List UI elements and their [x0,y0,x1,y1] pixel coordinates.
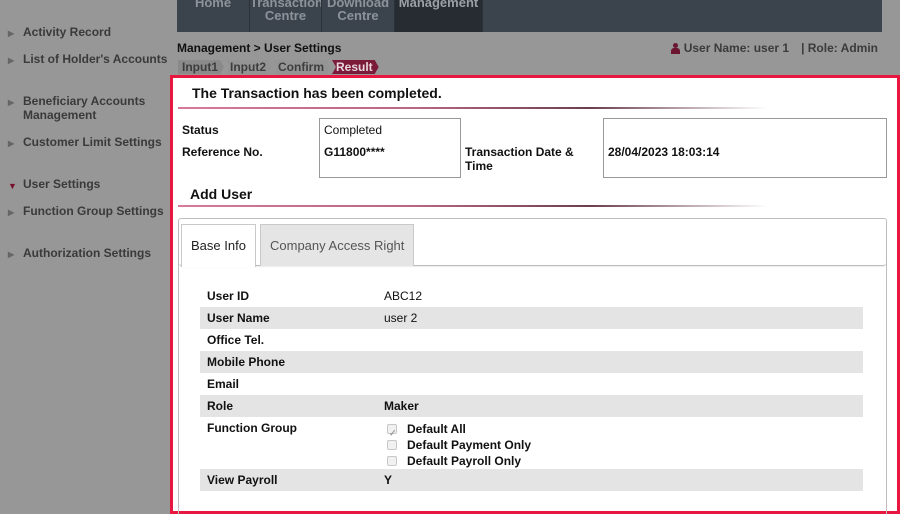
sidebar-item-label: Activity Record [23,25,112,39]
sidebar-item-activity-record[interactable]: ▶ Activity Record [8,25,168,41]
sidebar-item-function-group[interactable]: ▶ Function Group Settings [8,204,168,220]
sidebar: ▶ Activity Record ▶ List of Holder's Acc… [0,0,170,514]
field-label: Mobile Phone [207,355,285,369]
divider [178,107,768,109]
field-label: Email [207,377,240,391]
sidebar-item-label: List of Holder's Accounts [23,52,168,66]
step-confirm: Confirm [274,60,330,74]
tab-company-access-right[interactable]: Company Access Right [260,224,415,266]
sidebar-item-user-settings[interactable]: ▼ User Settings [8,177,168,193]
sidebar-item-customer-limit[interactable]: ▶ Customer Limit Settings [8,135,168,151]
nav-tab-transaction-centre[interactable]: Transaction Centre [250,0,322,32]
sidebar-item-label: Beneficiary Accounts Management [23,94,146,122]
field-label: User Name [207,311,270,325]
divider [178,205,768,207]
result-title: The Transaction has been completed. [192,85,442,101]
field-label: Role [207,399,234,413]
reference-label: Reference No. [182,145,263,159]
user-info: User Name: user 1 | Role: Admin [670,41,878,55]
breadcrumb: Management > User Settings [177,41,342,55]
nav-tab-label: Transaction Centre [250,0,322,23]
field-value: Maker [384,399,419,413]
tab-container: Base Info Company Access Right User ID A… [178,218,887,514]
triangle-right-icon: ▶ [8,250,15,259]
table-row: User ID ABC12 [200,285,863,307]
triangle-down-icon: ▼ [8,181,17,191]
sidebar-item-label: Customer Limit Settings [23,135,162,149]
triangle-right-icon: ▶ [8,208,15,217]
result-panel: The Transaction has been completed. Stat… [170,75,900,514]
triangle-right-icon: ▶ [8,56,15,65]
nav-tab-home[interactable]: Home [177,0,250,32]
triangle-right-icon: ▶ [8,98,15,107]
sidebar-item-label: Authorization Settings [23,246,151,260]
field-value [384,351,863,373]
nav-tab-download-centre[interactable]: Download Centre [322,0,395,32]
user-name: User Name: user 1 [683,41,790,55]
user-info-table: User ID ABC12 User Name user 2 Office Te… [200,285,863,491]
checkbox-unchecked-icon [387,456,397,466]
reference-value: G11800**** [324,145,385,159]
datetime-label: Transaction Date & Time [465,145,574,173]
status-value: Completed [324,123,383,137]
field-label: Office Tel. [207,333,265,347]
checkbox-checked-icon [387,422,397,444]
table-row: View Payroll Y [200,469,863,491]
option-default-payroll-only: Default Payroll Only [384,453,863,469]
user-icon [670,42,680,54]
field-label: Function Group [207,421,297,435]
sidebar-item-authorization[interactable]: ▶ Authorization Settings [8,246,168,262]
sidebar-item-label: User Settings [23,177,101,191]
nav-tab-management[interactable]: Management [395,0,483,32]
table-row: User Name user 2 [200,307,863,329]
sidebar-item-label: Function Group Settings [23,204,164,218]
transaction-summary: Status Completed Reference No. G11800***… [173,118,897,178]
progress-steps: Input1 Input2 Confirm Result [178,60,381,74]
tab-base-info[interactable]: Base Info [181,224,256,267]
sidebar-item-beneficiary-accounts[interactable]: ▶ Beneficiary Accounts Management [8,94,168,122]
nav-tab-label: Download Centre [326,0,390,23]
table-row-function-group: Function Group Default All Default Payme… [200,417,863,469]
status-label: Status [182,123,219,137]
table-row: Office Tel. [200,329,863,351]
top-nav: Home Transaction Centre Download Centre … [177,0,882,32]
nav-tab-label: Management [398,0,479,10]
user-role: | Role: Admin [801,41,878,55]
table-row: Mobile Phone [200,351,863,373]
triangle-right-icon: ▶ [8,29,15,38]
field-value: Y [384,473,393,487]
field-label: User ID [207,289,250,303]
field-value: user 2 [384,311,418,325]
field-value: ABC12 [384,289,423,303]
sidebar-item-holders-accounts[interactable]: ▶ List of Holder's Accounts [8,52,168,68]
field-value [384,329,863,351]
table-row: Email [200,373,863,395]
step-input1: Input1 [178,60,224,74]
nav-tab-label: Home [194,0,232,10]
field-label: View Payroll [207,473,278,487]
triangle-right-icon: ▶ [8,139,15,148]
section-title: Add User [190,186,253,202]
checkbox-unchecked-icon [387,440,397,450]
step-result: Result [332,60,379,74]
datetime-value: 28/04/2023 18:03:14 [608,145,720,159]
table-row: Role Maker [200,395,863,417]
function-group-options: Default All Default Payment Only Default… [384,417,863,469]
step-input2: Input2 [226,60,272,74]
field-value [384,373,863,395]
tab-bar: Base Info Company Access Right [179,219,886,267]
